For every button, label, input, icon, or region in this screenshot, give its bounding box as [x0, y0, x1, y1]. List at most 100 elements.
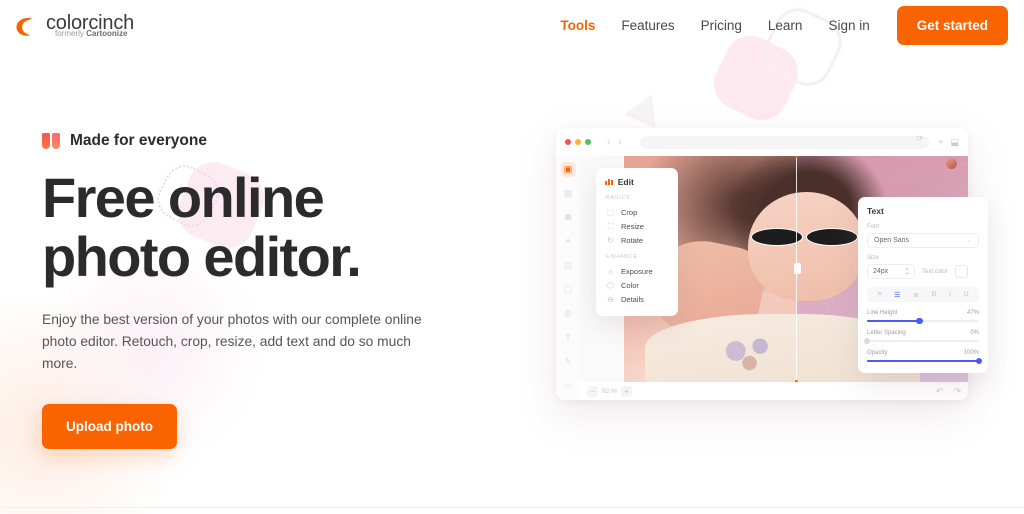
zoom-in-button[interactable]: +	[620, 385, 632, 397]
bold-icon[interactable]: B	[932, 291, 937, 298]
text-color-label: Text color	[922, 268, 948, 275]
browser-url-bar[interactable]	[639, 134, 930, 149]
text-properties-panel: Text Font Open Sans ⌄ Size 24px ▲ ▼ Text …	[858, 197, 988, 373]
edit-item-color-label: Color	[621, 280, 639, 290]
headline-line-2: photo editor.	[42, 225, 362, 289]
chevron-down-icon[interactable]: ⌄	[960, 160, 965, 167]
text-panel-title: Text	[867, 206, 884, 216]
nav-link-signin[interactable]: Sign in	[828, 18, 869, 33]
rail-ai-sparkle-icon[interactable]: ✦	[561, 234, 576, 249]
user-menu[interactable]: ⌄	[946, 158, 965, 169]
underline-icon[interactable]: U	[964, 291, 969, 298]
site-header: colorcinch formerly Cartoonize Tools Fea…	[0, 0, 1024, 50]
line-height-knob[interactable]	[916, 317, 924, 325]
edit-menu-panel: Edit BASICS ⬚ Crop ⛶ Resize ↻ Rotate ENH…	[596, 168, 678, 316]
stepper-arrows-icon[interactable]: ▲ ▼	[905, 267, 909, 276]
rail-edit-icon[interactable]: ▣	[560, 162, 576, 177]
photo-face	[747, 192, 865, 301]
rail-draw-icon[interactable]: ✎	[561, 354, 576, 369]
hero-content: Made for everyone Free online photo edit…	[42, 132, 462, 449]
opacity-track[interactable]	[867, 357, 983, 365]
text-color-swatch[interactable]	[954, 265, 968, 278]
chevron-down-icon: ⌄	[966, 238, 972, 244]
size-stepper[interactable]: 24px ▲ ▼	[867, 264, 915, 279]
align-center-icon[interactable]: ☰	[894, 291, 900, 299]
rail-portrait-icon[interactable]: ☗	[561, 210, 576, 225]
nav-link-tools[interactable]: Tools	[560, 18, 595, 33]
letter-spacing-slider[interactable]: Letter Spacing 0%	[863, 330, 979, 345]
browser-back-icon[interactable]: ‹	[607, 137, 610, 148]
nav-link-features[interactable]: Features	[621, 18, 674, 33]
opacity-knob[interactable]	[975, 357, 983, 365]
history-controls: ↶ ↷	[936, 386, 961, 397]
font-select[interactable]: Open Sans ⌄	[867, 233, 979, 248]
font-value: Open Sans	[874, 237, 910, 244]
line-height-label: Line Height	[867, 310, 898, 316]
letter-spacing-knob[interactable]	[863, 337, 871, 345]
color-icon: ⬡	[607, 280, 614, 290]
add-icon[interactable]: +	[938, 137, 943, 148]
opacity-label: Opacity	[867, 350, 888, 356]
avatar[interactable]	[946, 158, 957, 169]
text-format-toolbar: ≡ ☰ ≣ B I U	[867, 287, 979, 302]
hero-eyebrow-text: Made for everyone	[70, 132, 207, 149]
edit-item-resize[interactable]: ⛶ Resize	[605, 219, 669, 233]
crop-icon: ⬚	[606, 207, 615, 217]
line-height-slider[interactable]: Line Height 47%	[867, 310, 979, 325]
italic-icon[interactable]: I	[949, 291, 951, 298]
page-divider	[0, 507, 1024, 508]
edit-item-exposure[interactable]: ☼ Exposure	[605, 264, 669, 278]
zoom-level: 92 %	[602, 387, 617, 395]
details-icon: ⊖	[607, 294, 614, 304]
redo-icon[interactable]: ↷	[953, 386, 961, 397]
get-started-button[interactable]: Get started	[896, 5, 1008, 45]
editor-tool-rail: ▣ ▦ ☗ ✦ ▤ ▢ ◍ T ✎ ▭	[556, 156, 580, 400]
undo-icon[interactable]: ↶	[936, 386, 944, 397]
minimize-window-icon[interactable]	[575, 139, 581, 145]
rail-masks-icon[interactable]: ◍	[561, 306, 576, 321]
line-height-value: 47%	[966, 310, 979, 316]
size-and-color-row: 24px ▲ ▼ Text color	[867, 264, 979, 279]
hero-eyebrow: Made for everyone	[42, 132, 462, 150]
save-icon[interactable]: ⬓	[950, 137, 959, 148]
edit-item-crop[interactable]: ⬚ Crop	[605, 205, 669, 219]
edit-item-crop-label: Crop	[621, 207, 638, 217]
opacity-slider[interactable]: Opacity 100%	[867, 350, 983, 365]
browser-forward-icon[interactable]: ›	[618, 137, 621, 148]
upload-photo-button[interactable]: Upload photo	[42, 403, 177, 449]
rail-effects-icon[interactable]: ▦	[561, 186, 576, 201]
rail-overlays-icon[interactable]: ▤	[561, 258, 576, 273]
edit-item-details[interactable]: ⊖ Details	[605, 292, 669, 306]
edit-group-basics-label: BASICS	[606, 195, 631, 201]
headline-line-1: Free online	[42, 166, 325, 229]
split-grip[interactable]	[793, 263, 801, 274]
edit-item-rotate[interactable]: ↻ Rotate	[605, 233, 669, 247]
quote-icon	[42, 133, 60, 149]
nav-link-pricing[interactable]: Pricing	[701, 18, 742, 33]
maximize-window-icon[interactable]	[585, 139, 591, 145]
letter-spacing-track[interactable]	[863, 337, 979, 345]
line-height-track[interactable]	[867, 317, 979, 325]
close-window-icon[interactable]	[565, 139, 571, 145]
editor-status-bar: − 92 % + ↶ ↷	[580, 382, 968, 400]
logo-tagline: formerly Cartoonize	[55, 29, 128, 38]
edit-group-enhance-label: ENHANCE	[606, 254, 638, 260]
opacity-fill	[867, 360, 979, 362]
align-right-icon[interactable]: ≣	[913, 291, 919, 299]
before-after-split-handle[interactable]	[793, 156, 801, 382]
rail-frames-icon[interactable]: ▢	[561, 282, 576, 297]
zoom-controls: − 92 % +	[587, 385, 632, 397]
rail-layers-icon[interactable]: ▭	[561, 378, 576, 393]
edit-item-color[interactable]: ⬡ Color	[605, 278, 669, 292]
photo-sunglasses	[751, 228, 858, 247]
browser-chrome: ‹ › + ⬓	[556, 128, 968, 156]
nav-link-learn[interactable]: Learn	[768, 18, 803, 33]
size-value: 24px	[873, 268, 889, 275]
hero-subcopy: Enjoy the best version of your photos wi…	[42, 311, 422, 372]
size-label: Size	[867, 255, 879, 261]
align-left-icon[interactable]: ≡	[877, 291, 881, 298]
edit-panel-header: Edit	[605, 177, 669, 187]
zoom-out-button[interactable]: −	[587, 385, 598, 397]
edit-item-resize-label: Resize	[621, 221, 644, 231]
rail-text-icon[interactable]: T	[561, 330, 576, 345]
